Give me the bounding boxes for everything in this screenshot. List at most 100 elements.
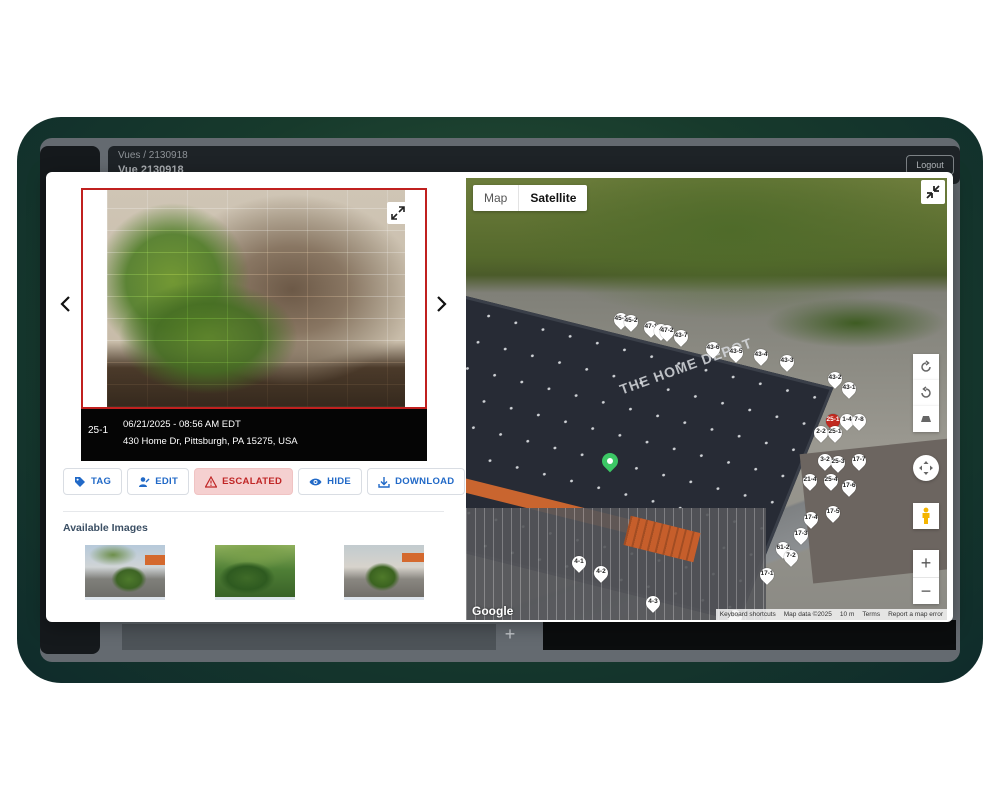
- map-fullscreen-button[interactable]: [921, 180, 945, 204]
- map-marker-label: 17-7: [852, 456, 866, 463]
- tilt-icon: [921, 416, 931, 422]
- map-marker[interactable]: 25-1: [825, 423, 845, 443]
- hide-label: HIDE: [327, 476, 352, 487]
- map-marker-label: 17-3: [794, 530, 808, 537]
- zoom-in-button[interactable]: +: [913, 550, 939, 578]
- map-marker-label: 43-3: [780, 357, 794, 364]
- map-marker-label: 25-1: [828, 428, 842, 435]
- thumbnail[interactable]: [215, 545, 295, 600]
- background-add-icon: +: [504, 624, 516, 644]
- map-marker-label: 4-2: [596, 568, 606, 575]
- map-marker-label: 43-4: [754, 351, 768, 358]
- map-marker[interactable]: 43-5: [726, 343, 746, 363]
- collapse-icon: [926, 185, 940, 199]
- chevron-left-icon: [60, 296, 70, 312]
- download-icon: [378, 476, 390, 488]
- map-marker[interactable]: 17-1: [757, 565, 777, 585]
- terms-link[interactable]: Terms: [862, 609, 880, 620]
- edit-label: EDIT: [155, 476, 179, 487]
- hide-button[interactable]: HIDE: [298, 468, 363, 495]
- map-marker[interactable]: 7-2: [781, 547, 801, 567]
- map-marker[interactable]: 4-2: [591, 563, 611, 583]
- map-marker[interactable]: 43-7: [671, 327, 691, 347]
- available-images-title: Available Images: [63, 522, 148, 534]
- breadcrumb: Vues / 2130918: [118, 150, 188, 161]
- map-marker-label: 17-1: [760, 570, 774, 577]
- expand-image-button[interactable]: [387, 202, 409, 224]
- keyboard-shortcuts-link[interactable]: Keyboard shortcuts: [720, 609, 776, 620]
- next-image-button[interactable]: [429, 292, 453, 316]
- scale-label[interactable]: 10 m: [840, 609, 854, 620]
- caption-datetime: 06/21/2025 - 08:56 AM EDT: [123, 419, 241, 430]
- map-data-label: Map data ©2025: [783, 611, 832, 618]
- background-panel: [543, 620, 956, 650]
- map-trees: [766, 298, 946, 348]
- rotate-counterclockwise-button[interactable]: [913, 380, 939, 406]
- satellite-map[interactable]: THE HOME DEPOT 45-145-247-1447-243-743-6…: [466, 178, 947, 620]
- tilt-button[interactable]: [913, 406, 939, 432]
- caption-address: 430 Home Dr, Pittsburgh, PA 15275, USA: [123, 436, 298, 447]
- map-marker-label: 17-6: [842, 482, 856, 489]
- image-viewer-panel: 25-1 06/21/2025 - 08:56 AM EDT 430 Home …: [46, 172, 466, 622]
- map-marker[interactable]: 43-4: [751, 346, 771, 366]
- google-logo: Google: [472, 604, 514, 618]
- map-marker[interactable]: 4-3: [643, 593, 663, 613]
- pegman-icon: [922, 507, 930, 524]
- thumbnail[interactable]: [85, 545, 165, 600]
- zoom-control: + −: [913, 550, 939, 604]
- map-marker-label: 43-7: [674, 332, 688, 339]
- map-marker-label: 43-1: [842, 384, 856, 391]
- chevron-right-icon: [437, 296, 447, 312]
- thumbnail[interactable]: [344, 545, 424, 600]
- tab-map[interactable]: Map: [473, 185, 518, 211]
- map-marker-label: 43-5: [729, 348, 743, 355]
- map-marker-label: 43-2: [828, 374, 842, 381]
- current-location-pin[interactable]: [598, 449, 622, 475]
- divider: [63, 511, 444, 512]
- image-caption: 25-1 06/21/2025 - 08:56 AM EDT 430 Home …: [81, 409, 427, 461]
- map-marker[interactable]: 43-1: [839, 379, 859, 399]
- action-bar: TAG EDIT ESCALATED HIDE DOWNLOAD: [63, 468, 466, 496]
- map-marker[interactable]: 45-2: [621, 312, 641, 332]
- download-label: DOWNLOAD: [395, 476, 455, 487]
- map-marker[interactable]: 25-3: [828, 453, 848, 473]
- map-marker[interactable]: 21-4: [800, 471, 820, 491]
- tag-label: TAG: [91, 476, 112, 487]
- map-marker[interactable]: 17-6: [839, 477, 859, 497]
- map-marker[interactable]: 17-3: [791, 525, 811, 545]
- map-marker-label: 17-4: [804, 514, 818, 521]
- escalated-button[interactable]: ESCALATED: [194, 468, 294, 495]
- edit-button[interactable]: EDIT: [127, 468, 190, 495]
- tag-icon: [75, 476, 85, 487]
- tab-satellite[interactable]: Satellite: [518, 185, 587, 211]
- map-marker[interactable]: 43-3: [777, 352, 797, 372]
- map-marker[interactable]: 7-8: [849, 411, 869, 431]
- report-error-link[interactable]: Report a map error: [888, 609, 943, 620]
- map-marker[interactable]: 17-5: [823, 503, 843, 523]
- main-image-frame: [81, 188, 427, 409]
- rotate-clockwise-button[interactable]: [913, 354, 939, 380]
- map-marker-label: 4-3: [648, 598, 658, 605]
- escalated-label: ESCALATED: [222, 476, 283, 487]
- map-attribution: Keyboard shortcuts Map data ©2025 10 m T…: [715, 609, 947, 620]
- move-arrows-icon: [919, 461, 933, 475]
- edit-user-icon: [139, 476, 150, 487]
- map-marker[interactable]: 4-1: [569, 553, 589, 573]
- map-marker-label: 4-1: [574, 558, 584, 565]
- rotate-counterclockwise-icon: [921, 386, 931, 398]
- camera-control-button[interactable]: [913, 455, 939, 481]
- map-marker-label: 7-2: [786, 552, 796, 559]
- download-button[interactable]: DOWNLOAD: [367, 468, 466, 495]
- zoom-out-button[interactable]: −: [913, 578, 939, 605]
- main-image[interactable]: [107, 190, 405, 407]
- prev-image-button[interactable]: [54, 292, 78, 316]
- map-marker[interactable]: 17-7: [849, 451, 869, 471]
- rotate-clockwise-icon: [921, 360, 931, 372]
- eye-icon: [309, 478, 322, 485]
- map-marker[interactable]: 43-6: [703, 339, 723, 359]
- street-view-button[interactable]: [913, 503, 939, 529]
- map-marker[interactable]: 17-4: [801, 509, 821, 529]
- background-image-strip: [122, 624, 496, 650]
- tag-button[interactable]: TAG: [63, 468, 123, 495]
- map-type-toggle: Map Satellite: [473, 185, 588, 211]
